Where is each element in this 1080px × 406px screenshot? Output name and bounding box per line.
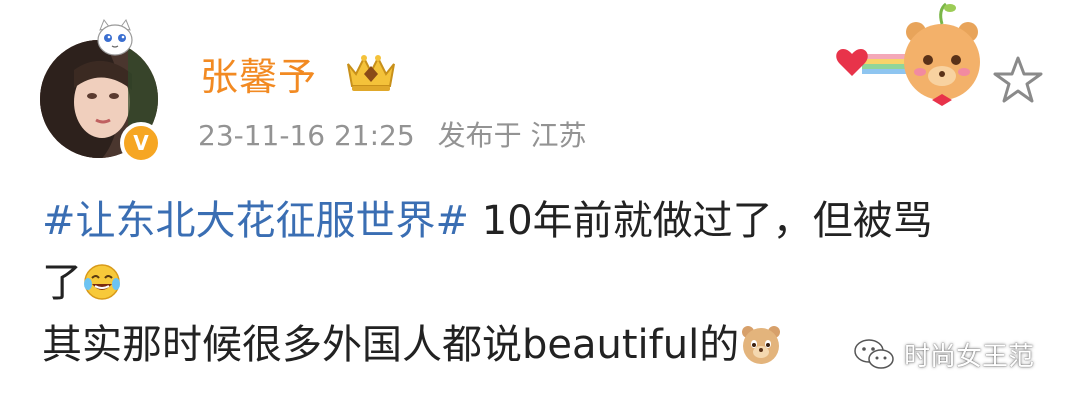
post-text-line3: 其实那时候很多外国人都说beautiful的 <box>42 322 740 368</box>
post-timestamp: 23-11-16 21:25 <box>198 119 415 152</box>
watermark: 时尚女王范 <box>852 336 1034 373</box>
laughing-tears-emoji <box>84 264 120 300</box>
post-line-2: 了 <box>42 252 1052 314</box>
post-source: 发布于 江苏 <box>437 119 587 152</box>
cat-decoration-icon <box>97 18 133 56</box>
bear-face-emoji <box>742 326 781 364</box>
wechat-icon <box>854 338 894 369</box>
verified-badge-label: V <box>133 131 149 155</box>
weibo-post-card: V 张馨予 23-11-16 21:25 发布于 江苏 #让东北大花征服世界# … <box>0 0 1080 406</box>
avatar-container[interactable]: V <box>40 18 162 164</box>
bear-heart-rainbow-icon <box>836 2 980 106</box>
post-meta: 23-11-16 21:25 发布于 江苏 <box>198 114 601 154</box>
post-line-1: #让东北大花征服世界# 10年前就做过了，但被骂 <box>42 190 1052 252</box>
post-text-line2: 了 <box>42 260 82 306</box>
post-text-line1: 10年前就做过了，但被骂 <box>469 198 933 244</box>
username[interactable]: 张馨予 <box>200 46 317 101</box>
hashtag-link[interactable]: #让东北大花征服世界# <box>42 198 469 244</box>
crown-badge-icon[interactable] <box>342 50 400 94</box>
watermark-label: 时尚女王范 <box>904 342 1035 372</box>
star-icon[interactable] <box>990 52 1046 108</box>
verified-badge-icon: V <box>120 122 162 164</box>
